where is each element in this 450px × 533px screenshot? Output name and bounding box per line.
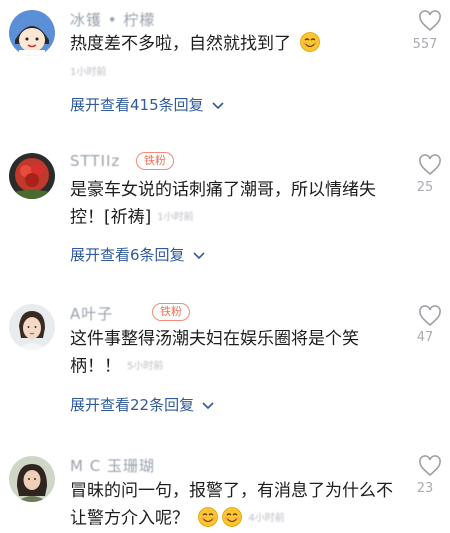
fan-badge: 铁粉 — [152, 303, 190, 321]
timestamp: 1小时前 — [70, 67, 107, 78]
like-count: 25 — [416, 180, 434, 195]
comment-text: 是豪车女说的话刺痛了潮哥，所以情绪失控！[祈祷] 1小时前 — [70, 177, 400, 232]
smile-emoji-icon — [222, 506, 243, 527]
heart-icon[interactable] — [418, 10, 442, 32]
timestamp: 5小时前 — [127, 361, 164, 372]
fan-badge: 铁粉 — [136, 152, 174, 170]
expand-replies-label: 展开查看22条回复 — [70, 396, 195, 414]
username[interactable]: STTIIz — [70, 152, 120, 170]
smile-emoji-icon — [300, 32, 321, 52]
red-flower-avatar-icon — [9, 153, 55, 199]
chevron-down-icon — [212, 101, 224, 109]
heart-icon[interactable] — [418, 154, 442, 176]
like-count: 23 — [416, 481, 434, 496]
comment-text-body: 这件事整得汤潮夫妇在娱乐圈将是个笑柄！！ — [70, 329, 359, 377]
expand-replies-link[interactable]: 展开查看415条回复 — [70, 94, 224, 115]
timestamp: 4小时前 — [248, 513, 285, 524]
heart-icon[interactable] — [418, 455, 442, 477]
avatar[interactable] — [9, 456, 55, 502]
avatar[interactable] — [9, 304, 55, 350]
comment-text: 热度差不多啦，自然就找到了 — [70, 31, 400, 58]
woman-photo-avatar-icon — [9, 456, 55, 502]
expand-replies-link[interactable]: 展开查看6条回复 — [70, 244, 205, 265]
username[interactable]: A叶子 — [70, 303, 113, 324]
like-count: 47 — [416, 330, 434, 345]
comment-text-body: 热度差不多啦，自然就找到了 — [70, 34, 291, 54]
avatar[interactable] — [9, 10, 55, 56]
cartoon-girl-avatar-icon — [9, 10, 55, 56]
chevron-down-icon — [192, 251, 205, 259]
username[interactable]: 冰镬 • 柠檬 — [70, 9, 155, 30]
woman-portrait-avatar-icon — [9, 304, 55, 350]
avatar[interactable] — [9, 153, 55, 199]
username[interactable]: M C 玉珊瑚 — [70, 455, 155, 476]
expand-replies-label: 展开查看415条回复 — [70, 96, 204, 114]
timestamp: 1小时前 — [157, 212, 194, 223]
chevron-down-icon — [202, 401, 214, 409]
comment-text: 这件事整得汤潮夫妇在娱乐圈将是个笑柄！！ 5小时前 — [70, 326, 400, 381]
comment-text: 冒昧的问一句，报警了，有消息了为什么不让警方介入呢？ 4小时前 — [70, 478, 400, 533]
comment-text-body: 是豪车女说的话刺痛了潮哥，所以情绪失控！[祈祷] — [70, 180, 376, 228]
expand-replies-link[interactable]: 展开查看22条回复 — [70, 394, 214, 415]
smile-emoji-icon — [198, 506, 219, 527]
like-count: 557 — [412, 37, 438, 52]
heart-icon[interactable] — [418, 305, 442, 327]
expand-replies-label: 展开查看6条回复 — [70, 246, 185, 264]
